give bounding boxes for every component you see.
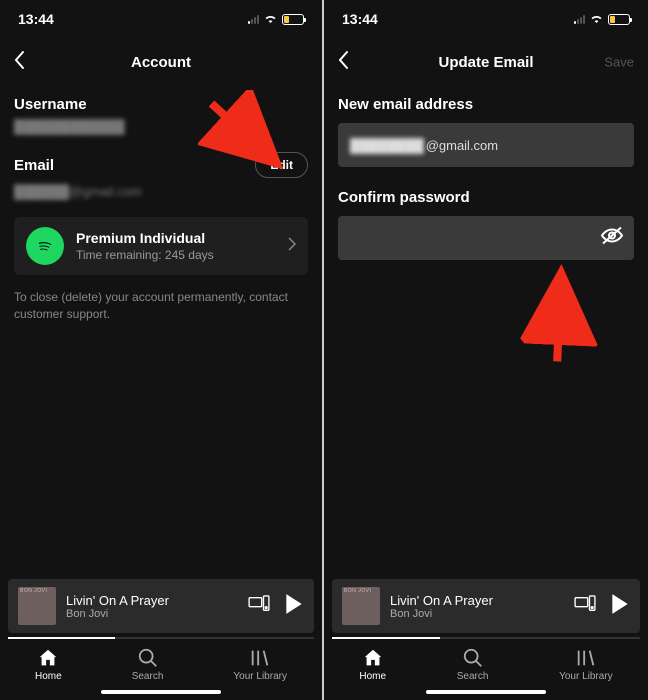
close-account-text: To close (delete) your account permanent… bbox=[14, 289, 308, 323]
wifi-icon bbox=[589, 11, 604, 27]
header: Account bbox=[0, 38, 322, 86]
tab-home[interactable]: Home bbox=[35, 647, 62, 682]
username-value: ████████████ bbox=[14, 119, 308, 134]
tab-home-label: Home bbox=[35, 671, 62, 682]
status-time: 13:44 bbox=[342, 11, 378, 27]
plan-info: Premium Individual Time remaining: 245 d… bbox=[76, 230, 288, 262]
tab-search[interactable]: Search bbox=[457, 647, 489, 682]
album-art bbox=[18, 587, 56, 625]
new-email-label: New email address bbox=[338, 96, 634, 113]
home-indicator bbox=[101, 690, 221, 694]
play-icon[interactable] bbox=[610, 593, 630, 620]
email-label: Email bbox=[14, 157, 54, 174]
battery-icon bbox=[608, 14, 630, 25]
account-content: Username ████████████ Email Edit ██████@… bbox=[0, 86, 322, 579]
save-button[interactable]: Save bbox=[604, 55, 634, 70]
plan-sub: Time remaining: 245 days bbox=[76, 248, 288, 262]
plan-card[interactable]: Premium Individual Time remaining: 245 d… bbox=[14, 217, 308, 275]
now-playing-bar[interactable]: Livin' On A Prayer Bon Jovi bbox=[332, 579, 640, 633]
np-title: Livin' On A Prayer bbox=[390, 593, 564, 608]
edit-email-button[interactable]: Edit bbox=[255, 152, 308, 178]
tab-search-label: Search bbox=[132, 671, 164, 682]
screen-account: 13:44 Account Username ████████████ Emai… bbox=[0, 0, 324, 700]
tab-search-label: Search bbox=[457, 671, 489, 682]
confirm-password-label: Confirm password bbox=[338, 189, 634, 206]
status-time: 13:44 bbox=[18, 11, 54, 27]
status-icons bbox=[248, 11, 304, 27]
screen-update-email: 13:44 Update Email Save New email addres… bbox=[324, 0, 648, 700]
back-button[interactable] bbox=[12, 50, 26, 74]
np-artist: Bon Jovi bbox=[390, 608, 564, 620]
header-title: Update Email bbox=[438, 54, 533, 71]
plan-title: Premium Individual bbox=[76, 230, 288, 246]
signal-icon bbox=[574, 14, 585, 24]
header: Update Email Save bbox=[324, 38, 648, 86]
battery-icon bbox=[282, 14, 304, 25]
devices-icon[interactable] bbox=[248, 595, 270, 618]
email-value: ██████@gmail.com bbox=[14, 184, 308, 199]
back-button[interactable] bbox=[336, 50, 350, 74]
np-info: Livin' On A Prayer Bon Jovi bbox=[66, 593, 238, 620]
tab-home[interactable]: Home bbox=[359, 647, 386, 682]
devices-icon[interactable] bbox=[574, 595, 596, 618]
home-indicator bbox=[426, 690, 546, 694]
status-bar: 13:44 bbox=[324, 0, 648, 38]
signal-icon bbox=[248, 14, 259, 24]
np-title: Livin' On A Prayer bbox=[66, 593, 238, 608]
confirm-password-input[interactable] bbox=[338, 216, 634, 260]
tab-library[interactable]: Your Library bbox=[233, 647, 287, 682]
update-email-content: New email address ████████@gmail.com Con… bbox=[324, 86, 648, 579]
now-playing-bar[interactable]: Livin' On A Prayer Bon Jovi bbox=[8, 579, 314, 633]
wifi-icon bbox=[263, 11, 278, 27]
header-title: Account bbox=[131, 54, 191, 71]
eye-off-icon[interactable] bbox=[600, 226, 624, 251]
tab-library-label: Your Library bbox=[233, 671, 287, 682]
chevron-right-icon bbox=[288, 237, 296, 256]
spotify-icon bbox=[26, 227, 64, 265]
tab-library-label: Your Library bbox=[559, 671, 613, 682]
tab-bar: Home Search Your Library bbox=[324, 639, 648, 686]
album-art bbox=[342, 587, 380, 625]
tab-library[interactable]: Your Library bbox=[559, 647, 613, 682]
new-email-input[interactable]: ████████@gmail.com bbox=[338, 123, 634, 167]
play-icon[interactable] bbox=[284, 593, 304, 620]
status-icons bbox=[574, 11, 630, 27]
np-info: Livin' On A Prayer Bon Jovi bbox=[390, 593, 564, 620]
username-label: Username bbox=[14, 96, 308, 113]
tab-home-label: Home bbox=[359, 671, 386, 682]
np-artist: Bon Jovi bbox=[66, 608, 238, 620]
tab-bar: Home Search Your Library bbox=[0, 639, 322, 686]
status-bar: 13:44 bbox=[0, 0, 322, 38]
tab-search[interactable]: Search bbox=[132, 647, 164, 682]
